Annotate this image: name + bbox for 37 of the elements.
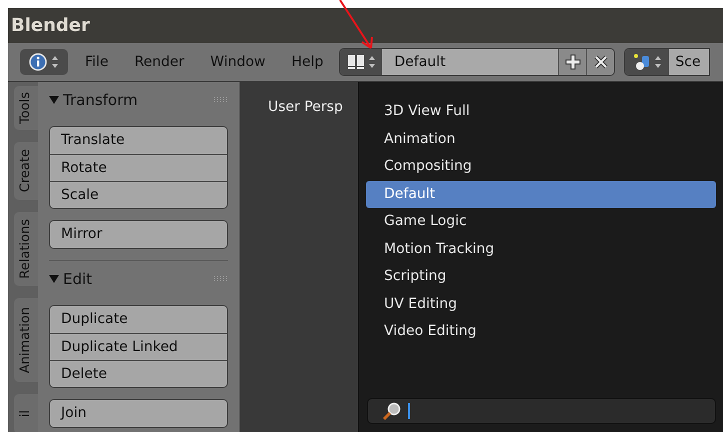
side-tab[interactable]: Tools xyxy=(14,86,38,130)
side-tab[interactable]: Animation xyxy=(14,298,38,382)
tool-button[interactable]: Join xyxy=(50,400,227,427)
side-tab[interactable]: Relations xyxy=(14,212,38,286)
menu-option[interactable]: Game Logic xyxy=(366,208,716,236)
menu-option[interactable]: UV Editing xyxy=(366,290,716,318)
window-title: Blender xyxy=(11,14,90,38)
tool-button[interactable]: Mirror xyxy=(50,221,227,248)
search-field[interactable] xyxy=(367,398,716,424)
up-down-arrows-icon xyxy=(51,55,59,69)
menu-item[interactable]: Window xyxy=(210,52,266,72)
panel-header[interactable]: Edit xyxy=(49,268,92,290)
tool-button[interactable]: Translate xyxy=(50,127,227,154)
menu-item[interactable]: File xyxy=(85,52,108,72)
viewport-label: User Persp xyxy=(268,98,343,117)
tool-button[interactable]: Scale xyxy=(50,181,227,208)
menu-option[interactable]: Compositing xyxy=(366,153,716,180)
menu-option[interactable]: Video Editing xyxy=(366,318,716,346)
collapse-triangle-icon xyxy=(49,274,59,284)
tool-button[interactable]: Duplicate xyxy=(50,306,227,333)
menu-item[interactable]: Help xyxy=(291,52,324,72)
search-icon xyxy=(382,402,402,420)
editor-type-button[interactable] xyxy=(20,49,68,75)
tool-button[interactable]: Delete xyxy=(50,360,227,387)
menu-option[interactable]: Scripting xyxy=(366,263,716,290)
tool-button[interactable]: Rotate xyxy=(50,154,227,181)
side-tab[interactable]: Create xyxy=(14,142,38,200)
menu-option[interactable]: 3D View Full xyxy=(366,98,716,126)
tool-button[interactable]: Duplicate Linked xyxy=(50,333,227,360)
menu-item[interactable]: Render xyxy=(134,52,184,72)
menu-option[interactable]: Default xyxy=(366,180,716,208)
menu-option[interactable]: Motion Tracking xyxy=(366,236,716,263)
side-tab[interactable]: il xyxy=(14,394,38,432)
collapse-triangle-icon xyxy=(49,95,59,105)
menu-option[interactable]: Animation xyxy=(366,126,716,153)
info-icon xyxy=(29,53,47,71)
panel-header[interactable]: Transform xyxy=(49,88,138,112)
